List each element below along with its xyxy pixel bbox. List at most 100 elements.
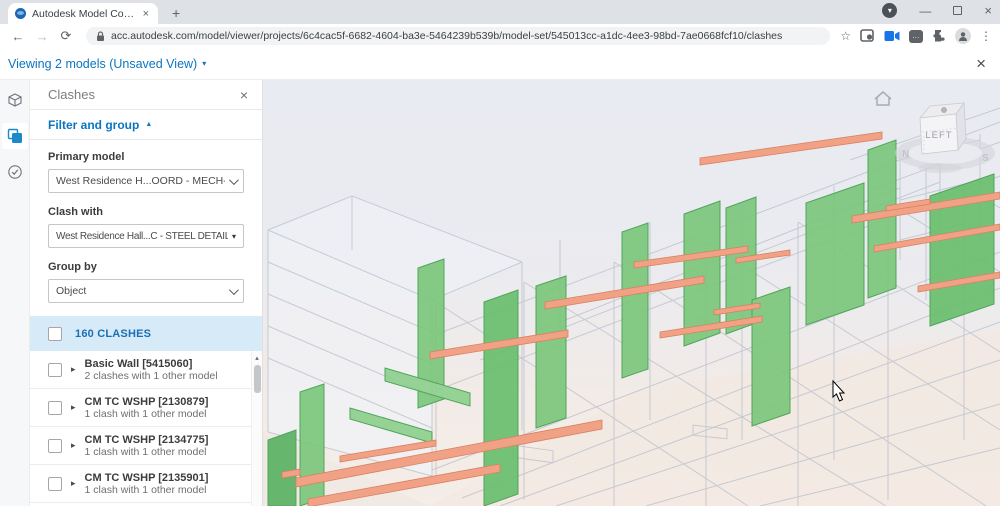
clash-list-item[interactable]: ▸ CM TC WSHP [2130879] 1 clash with 1 ot… — [30, 389, 262, 427]
cube-top-mark — [941, 107, 947, 113]
primary-model-select[interactable]: West Residence H...OORD - MECH-DUCT — [48, 169, 244, 193]
video-camera-extension-icon[interactable] — [884, 30, 900, 42]
profile-avatar[interactable] — [955, 28, 971, 44]
panel-title: Clashes — [48, 87, 95, 102]
expand-caret-icon[interactable]: ▸ — [71, 440, 76, 451]
chevron-down-icon — [228, 284, 239, 295]
filter-toggle-label: Filter and group — [48, 117, 140, 132]
select-all-checkbox[interactable] — [48, 326, 62, 341]
cube-icon — [7, 93, 22, 107]
item-text: CM TC WSHP [2130879] 1 clash with 1 othe… — [85, 396, 209, 420]
lock-icon — [97, 30, 104, 41]
record-indicator-icon[interactable]: ▾ — [882, 3, 898, 18]
group-by-field: Group by Object — [48, 261, 244, 303]
clash-with-field: Clash with West Residence Hall...C - STE… — [48, 206, 244, 248]
item-title: CM TC WSHP [2134775] — [84, 433, 209, 446]
new-tab-button[interactable]: + — [172, 5, 180, 21]
item-subtitle: 2 clashes with 1 other model — [84, 369, 218, 382]
viewer-close-icon[interactable]: × — [976, 55, 986, 72]
extensions-puzzle-icon[interactable] — [932, 29, 946, 43]
main-area: Clashes × Filter and group ▲ Primary mod… — [0, 80, 1000, 506]
reload-button[interactable]: ⟳ — [56, 28, 76, 44]
window-minimize-button[interactable]: — — [919, 5, 931, 17]
check-circle-icon — [7, 165, 22, 179]
item-subtitle: 1 clash with 1 other model — [84, 407, 207, 420]
clash-list-item[interactable]: ▸ CM TC WSHP [2135901] 1 clash with 1 ot… — [30, 465, 262, 503]
item-checkbox[interactable] — [48, 362, 62, 377]
chevron-up-icon: ▲ — [145, 121, 153, 128]
item-title: Basic Wall [5415060] — [84, 357, 193, 370]
expand-caret-icon[interactable]: ▸ — [71, 478, 76, 489]
item-subtitle: 1 clash with 1 other model — [84, 445, 207, 458]
filter-and-group-toggle[interactable]: Filter and group ▲ — [30, 110, 262, 140]
clash-count-label: 160 CLASHES — [75, 327, 152, 340]
expand-caret-icon[interactable]: ▸ — [71, 402, 76, 413]
window-maximize-button[interactable] — [953, 6, 963, 15]
group-by-value: Object — [56, 285, 87, 297]
rail-item-model[interactable] — [2, 87, 28, 113]
chevron-down-icon — [228, 174, 239, 185]
toolbar-icons: ☆ ... ⋮ — [840, 28, 992, 44]
group-by-label: Group by — [48, 261, 97, 273]
item-text: Basic Wall [5415060] 2 clashes with 1 ot… — [85, 358, 218, 382]
item-title: CM TC WSHP [2130879] — [84, 395, 209, 408]
tab-close-icon[interactable]: × — [141, 8, 151, 20]
browser-tab-bar: Autodesk Model Coordination × + ▾ — × — [0, 0, 1000, 24]
window-close-button[interactable]: × — [984, 3, 992, 18]
scrollbar-thumb[interactable] — [253, 365, 261, 393]
clash-with-select[interactable]: West Residence Hall...C - STEEL DETAILIN… — [48, 224, 244, 248]
item-title: CM TC WSHP [2135901] — [84, 471, 209, 484]
clipboard-extension-icon[interactable] — [860, 29, 875, 43]
browser-tab[interactable]: Autodesk Model Coordination × — [8, 3, 158, 24]
url-bar[interactable]: acc.autodesk.com/model/viewer/projects/6… — [86, 27, 831, 45]
filter-fields: Primary model West Residence H...OORD - … — [30, 140, 262, 316]
compass-north-label[interactable]: N — [902, 149, 909, 160]
home-icon[interactable] — [874, 91, 892, 106]
caret-down-icon: ▾ — [231, 231, 236, 241]
compass-south-label[interactable]: S — [982, 153, 989, 164]
primary-model-field: Primary model West Residence H...OORD - … — [48, 151, 244, 193]
window-controls: ▾ — × — [882, 3, 992, 18]
tab-title: Autodesk Model Coordination — [32, 7, 135, 20]
rail-item-checks[interactable] — [2, 159, 28, 185]
item-checkbox[interactable] — [48, 400, 62, 415]
browser-toolbar: ← → ⟳ acc.autodesk.com/model/viewer/proj… — [0, 24, 1000, 48]
clashes-panel-header: Clashes × — [30, 80, 262, 110]
tab-favicon — [15, 8, 26, 19]
clash-count-row: 160 CLASHES — [30, 316, 262, 351]
clashes-panel: Clashes × Filter and group ▲ Primary mod… — [30, 80, 263, 506]
chevron-down-icon: ▾ — [202, 59, 207, 68]
clash-with-label: Clash with — [48, 206, 104, 218]
person-icon — [959, 32, 967, 41]
rail-item-models-active[interactable] — [1, 123, 28, 149]
back-button[interactable]: ← — [8, 29, 28, 44]
browser-menu-icon[interactable]: ⋮ — [980, 29, 992, 43]
clash-list-item[interactable]: ▸ CM TC WSHP [2134775] 1 clash with 1 ot… — [30, 427, 262, 465]
clash-list: ▸ Basic Wall [5415060] 2 clashes with 1 … — [30, 351, 262, 506]
model-viewport[interactable]: N S LEFT — [263, 80, 1000, 506]
item-subtitle: 1 clash with 1 other model — [84, 483, 207, 496]
app-window: Autodesk Model Coordination × + ▾ — × ← … — [0, 0, 1000, 506]
bookmark-star-icon[interactable]: ☆ — [840, 29, 851, 43]
item-checkbox[interactable] — [48, 476, 62, 491]
item-checkbox[interactable] — [48, 438, 62, 453]
viewcube-face-label[interactable]: LEFT — [925, 130, 952, 141]
panel-close-icon[interactable]: × — [240, 87, 248, 103]
list-scrollbar[interactable]: ▴ — [251, 351, 262, 506]
model-3d-scene: N S LEFT — [263, 91, 1000, 506]
clash-list-item[interactable]: ▸ Basic Wall [5415060] 2 clashes with 1 … — [30, 351, 262, 389]
layers-icon — [7, 128, 22, 143]
viewing-models-dropdown[interactable]: Viewing 2 models (Unsaved View) ▾ — [8, 57, 206, 71]
captions-extension-icon[interactable]: ... — [909, 29, 923, 43]
clash-with-value: West Residence Hall...C - STEEL DETAILIN… — [56, 230, 228, 242]
scroll-up-icon[interactable]: ▴ — [252, 351, 262, 362]
group-by-select[interactable]: Object — [48, 279, 244, 303]
primary-model-label: Primary model — [48, 151, 125, 163]
viewing-models-label: Viewing 2 models (Unsaved View) — [8, 56, 198, 71]
forward-button[interactable]: → — [32, 29, 52, 44]
url-text[interactable]: acc.autodesk.com/model/viewer/projects/6… — [111, 30, 782, 42]
expand-caret-icon[interactable]: ▸ — [71, 364, 76, 375]
tool-rail — [0, 80, 30, 506]
item-text: CM TC WSHP [2134775] 1 clash with 1 othe… — [85, 434, 209, 458]
primary-model-value: West Residence H...OORD - MECH-DUCT — [56, 175, 225, 187]
